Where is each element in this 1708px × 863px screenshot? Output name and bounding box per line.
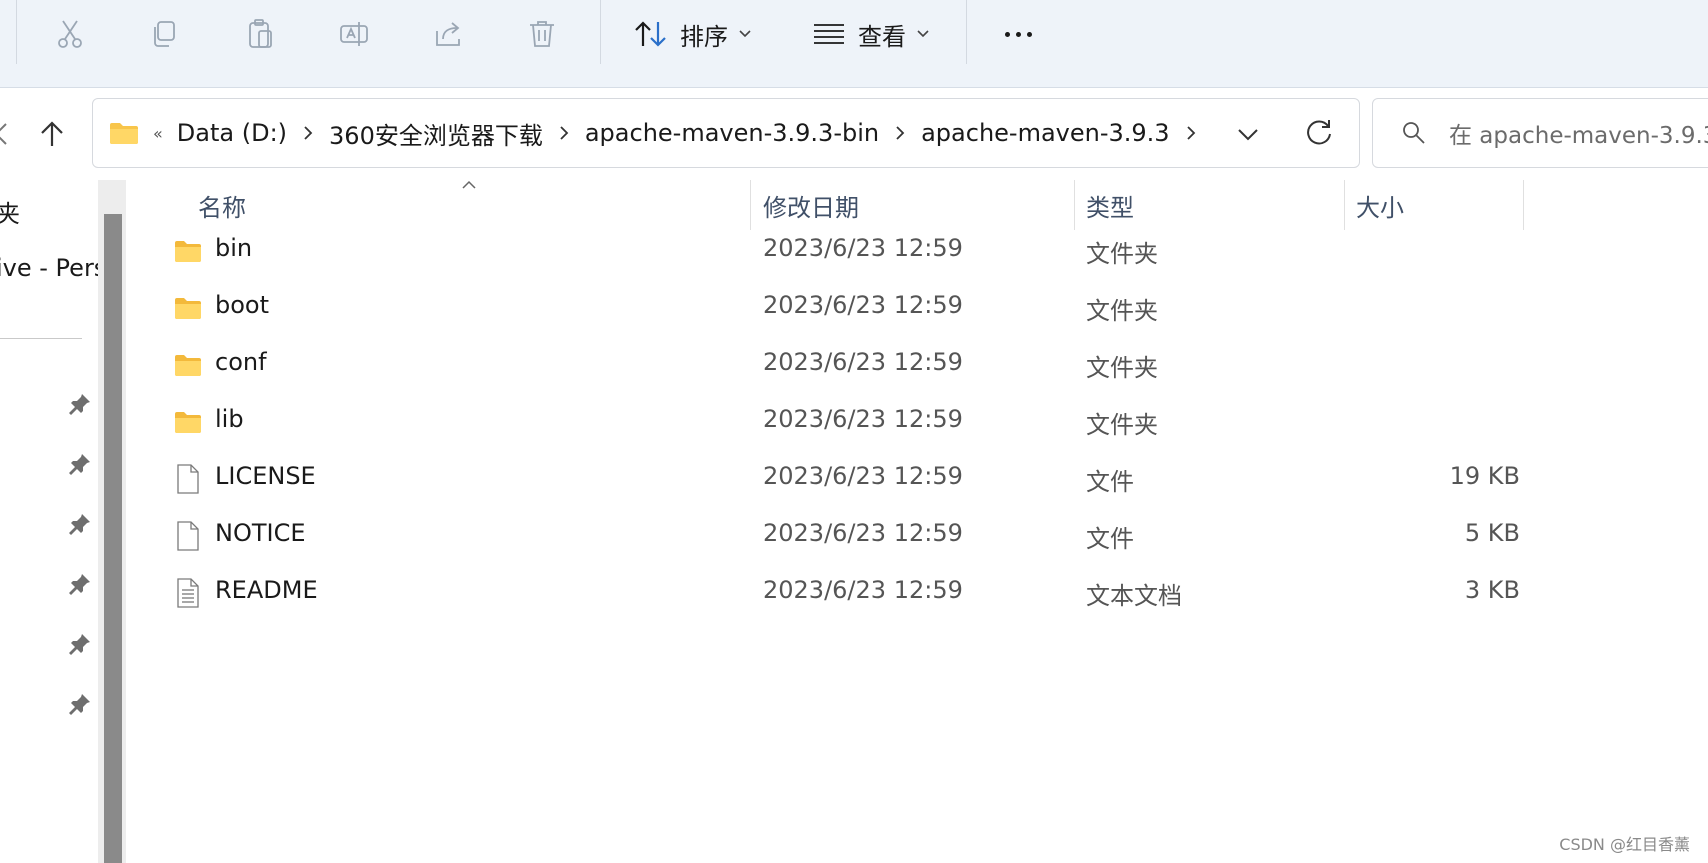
folder-icon — [174, 236, 202, 266]
breadcrumb-item[interactable]: 360安全浏览器下载 — [329, 116, 543, 151]
file-type: 文本文档 — [1086, 582, 1182, 610]
chevron-right-icon[interactable] — [301, 125, 315, 141]
file-type: 文件 — [1086, 525, 1134, 553]
search-icon — [1403, 122, 1425, 144]
sidebar-divider — [0, 338, 82, 339]
pin-icon[interactable] — [68, 692, 92, 716]
file-name: bin — [215, 234, 253, 262]
breadcrumb-item[interactable]: apache-maven-3.9.3-bin — [585, 119, 879, 147]
toolbar-divider — [966, 0, 967, 64]
view-label: 查看 — [858, 22, 906, 51]
view-button[interactable]: 查看 — [812, 12, 930, 56]
address-bar[interactable]: « Data (D:) 360安全浏览器下载 apache-maven-3.9.… — [92, 98, 1360, 168]
file-type: 文件 — [1086, 468, 1134, 496]
folder-icon — [110, 123, 138, 144]
folder-icon — [174, 350, 202, 380]
toolbar-divider — [16, 0, 17, 64]
breadcrumb-overflow[interactable]: « — [153, 124, 163, 143]
file-row[interactable]: boot 2023/6/23 12:59 文件夹 — [130, 277, 1520, 335]
file-modified-date: 2023/6/23 12:59 — [763, 348, 963, 376]
file-row[interactable]: LICENSE 2023/6/23 12:59 文件 19 KB — [130, 448, 1520, 506]
sidebar-item-folders[interactable]: 夹 — [0, 194, 20, 229]
file-icon — [174, 521, 202, 551]
file-size: 3 KB — [1464, 576, 1520, 604]
address-history-chevron-icon[interactable] — [1233, 119, 1263, 149]
file-modified-date: 2023/6/23 12:59 — [763, 405, 963, 433]
chevron-down-icon — [917, 30, 929, 38]
chevron-right-icon[interactable] — [557, 125, 571, 141]
rename-icon[interactable] — [332, 12, 376, 56]
refresh-icon[interactable] — [1303, 117, 1335, 149]
pin-icon[interactable] — [68, 572, 92, 596]
search-input[interactable]: 在 apache-maven-3.9.3 中搜索 — [1449, 116, 1708, 150]
file-row[interactable]: lib 2023/6/23 12:59 文件夹 — [130, 391, 1520, 449]
file-type: 文件夹 — [1086, 411, 1158, 439]
text-document-icon — [174, 578, 202, 608]
share-icon[interactable] — [426, 12, 470, 56]
command-bar: 排序 查看 — [0, 0, 1708, 88]
file-modified-date: 2023/6/23 12:59 — [763, 291, 963, 319]
file-modified-date: 2023/6/23 12:59 — [763, 519, 963, 547]
file-name: README — [215, 576, 318, 604]
file-type: 文件夹 — [1086, 354, 1158, 382]
back-arrow-icon[interactable] — [0, 120, 8, 148]
file-type: 文件夹 — [1086, 297, 1158, 325]
file-list: 名称 修改日期 类型 大小 bin 2023/6/23 12:59 文件夹 boot 2… — [130, 180, 1708, 863]
file-size: 19 KB — [1449, 462, 1520, 490]
file-name: boot — [215, 291, 270, 319]
more-dot-icon — [1004, 31, 1010, 37]
pin-icon[interactable] — [68, 392, 92, 416]
file-name: lib — [215, 405, 244, 433]
folder-icon — [174, 293, 202, 323]
folder-icon — [174, 407, 202, 437]
sort-label: 排序 — [680, 22, 728, 51]
file-type: 文件夹 — [1086, 240, 1158, 268]
file-name: conf — [215, 348, 267, 376]
more-dot-icon — [1026, 31, 1032, 37]
file-row[interactable]: conf 2023/6/23 12:59 文件夹 — [130, 334, 1520, 392]
sidebar-item-onedrive[interactable]: ive - Pers — [0, 254, 98, 282]
up-button[interactable] — [32, 114, 72, 154]
more-options-button[interactable] — [996, 12, 1040, 56]
file-modified-date: 2023/6/23 12:59 — [763, 462, 963, 490]
file-icon — [174, 464, 202, 494]
copy-icon[interactable] — [142, 12, 186, 56]
sort-button[interactable]: 排序 — [634, 12, 752, 56]
up-arrow-icon — [41, 121, 63, 146]
sort-ascending-caret-icon — [462, 180, 476, 189]
sidebar-scrollbar-thumb[interactable] — [104, 214, 122, 863]
toolbar-divider — [600, 0, 601, 64]
file-name: NOTICE — [215, 519, 306, 547]
breadcrumb-item[interactable]: apache-maven-3.9.3 — [921, 119, 1169, 147]
chevron-right-icon[interactable] — [893, 125, 907, 141]
file-modified-date: 2023/6/23 12:59 — [763, 234, 963, 262]
delete-icon[interactable] — [520, 12, 564, 56]
file-size: 5 KB — [1464, 519, 1520, 547]
pin-icon[interactable] — [68, 632, 92, 656]
navigation-pane: 夹 ive - Pers — [0, 180, 98, 863]
file-name: LICENSE — [215, 462, 316, 490]
file-row[interactable]: NOTICE 2023/6/23 12:59 文件 5 KB — [130, 505, 1520, 563]
column-resize-handle[interactable] — [1523, 180, 1524, 230]
file-row[interactable]: bin 2023/6/23 12:59 文件夹 — [130, 220, 1520, 278]
search-box[interactable]: 在 apache-maven-3.9.3 中搜索 — [1372, 98, 1708, 168]
pin-icon[interactable] — [68, 452, 92, 476]
cut-icon[interactable] — [48, 12, 92, 56]
breadcrumb-item[interactable]: Data (D:) — [177, 119, 287, 147]
file-row[interactable]: README 2023/6/23 12:59 文本文档 3 KB — [130, 562, 1520, 620]
watermark: CSDN @红目香薰 — [1559, 835, 1690, 854]
chevron-down-icon — [739, 30, 751, 38]
file-modified-date: 2023/6/23 12:59 — [763, 576, 963, 604]
more-dot-icon — [1015, 31, 1021, 37]
sort-icon — [635, 21, 666, 47]
pin-icon[interactable] — [68, 512, 92, 536]
paste-icon[interactable] — [238, 12, 282, 56]
chevron-right-icon[interactable] — [1184, 125, 1198, 141]
view-list-icon — [814, 24, 844, 44]
